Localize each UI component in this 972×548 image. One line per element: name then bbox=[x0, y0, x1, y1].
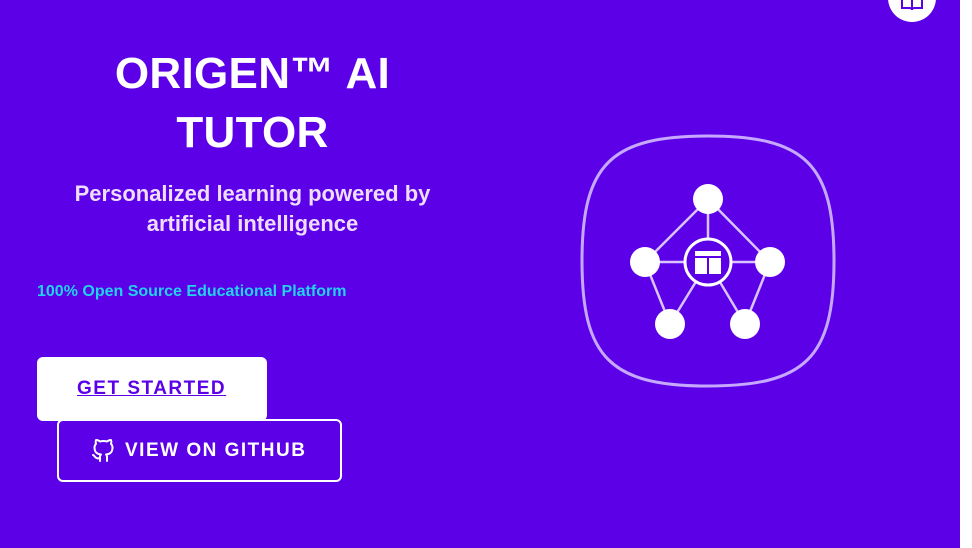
network-node-left bbox=[630, 247, 660, 277]
book-badge-button[interactable] bbox=[888, 0, 936, 22]
network-node-bottom-left bbox=[655, 309, 685, 339]
hero-subtitle: Personalized learning powered by artific… bbox=[74, 181, 431, 236]
network-node-top bbox=[693, 184, 723, 214]
network-node-bottom-right bbox=[730, 309, 760, 339]
view-on-github-button[interactable]: VIEW ON GITHUB bbox=[57, 419, 342, 482]
hero-title: ORIGEN™ AI TUTOR bbox=[114, 49, 391, 157]
get-started-button[interactable]: GET STARTED bbox=[37, 357, 267, 421]
network-node-right bbox=[755, 247, 785, 277]
book-icon bbox=[695, 251, 721, 274]
ai-network-illustration bbox=[580, 134, 836, 388]
view-on-github-label: VIEW ON GITHUB bbox=[125, 439, 307, 461]
github-icon bbox=[91, 438, 115, 463]
open-source-tagline: 100% Open Source Educational Platform bbox=[37, 283, 347, 300]
get-started-label: GET STARTED bbox=[77, 378, 227, 399]
book-icon bbox=[901, 0, 923, 11]
scrollbar-track[interactable] bbox=[960, 0, 972, 548]
